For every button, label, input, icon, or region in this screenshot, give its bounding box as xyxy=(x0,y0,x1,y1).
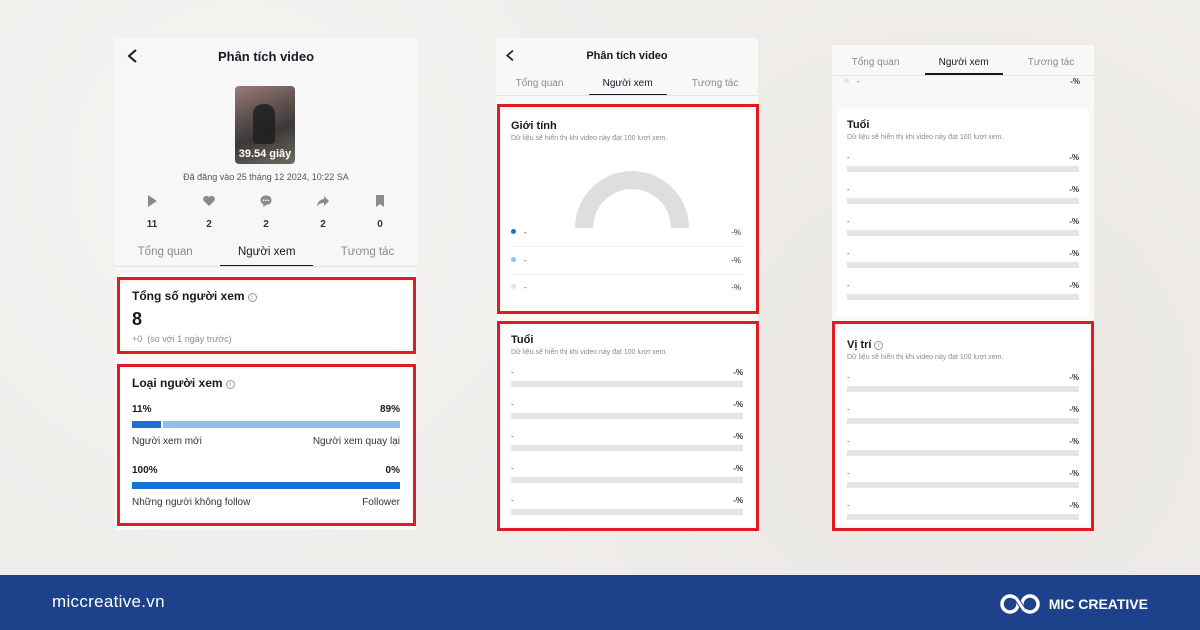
age-bar xyxy=(847,294,1079,300)
analytics-tabs: Tổng quan Người xem Tương tác xyxy=(832,57,1094,75)
brand-logo: MIC CREATIVE xyxy=(999,592,1148,616)
truncated-row: - -% xyxy=(844,77,1080,86)
highlight-box-gender xyxy=(497,104,759,314)
age-label: - xyxy=(847,249,850,258)
stat-value: 2 xyxy=(320,219,326,230)
top-bar: Phân tích video xyxy=(115,38,417,74)
tab-divider xyxy=(496,95,758,96)
age-bar xyxy=(847,166,1079,172)
bookmark-icon xyxy=(376,195,384,207)
highlight-box-viewer-types xyxy=(117,364,416,526)
age-title: Tuổi xyxy=(847,119,870,131)
heart-icon xyxy=(203,195,215,206)
tab-divider xyxy=(115,266,417,267)
tab-viewers[interactable]: Người xem xyxy=(219,246,314,267)
top-bar: Phân tích video xyxy=(496,38,758,72)
analytics-tabs: Tổng quan Người xem Tương tác xyxy=(115,246,417,267)
age-value: -% xyxy=(1069,185,1079,194)
analytics-tabs: Tổng quan Người xem Tương tác xyxy=(496,78,758,96)
highlight-box-location xyxy=(832,321,1094,531)
page-title: Phân tích video xyxy=(217,49,315,64)
video-thumbnail[interactable]: 39.54 giây xyxy=(235,86,295,164)
page-title: Phân tích video xyxy=(586,50,668,62)
stat-likes: 2 xyxy=(192,194,226,232)
mic-logo-icon xyxy=(999,594,1040,614)
age-card: Tuổi Dữ liệu sẽ hiển thị khi video này đ… xyxy=(837,109,1089,317)
stat-value: 2 xyxy=(263,219,269,230)
footer-banner: miccreative.vn MIC CREATIVE xyxy=(0,575,1200,630)
thumbnail-figure xyxy=(253,104,275,144)
posted-date: Đã đăng vào 25 tháng 12 2024, 10:22 SA xyxy=(183,172,349,182)
stat-shares: 2 xyxy=(306,194,340,232)
tab-engagement[interactable]: Tương tác xyxy=(1014,57,1089,75)
website-url[interactable]: miccreative.vn xyxy=(52,592,165,612)
play-icon xyxy=(148,195,157,207)
tab-engagement[interactable]: Tương tác xyxy=(323,246,413,267)
video-duration: 39.54 giây xyxy=(238,148,292,160)
age-row: - -% xyxy=(847,249,1079,268)
stat-value: 11 xyxy=(146,219,158,230)
stat-saves: 0 xyxy=(363,194,397,232)
brand-name: MIC CREATIVE xyxy=(1048,596,1148,612)
age-label: - xyxy=(847,217,850,226)
tab-overview[interactable]: Tổng quan xyxy=(838,57,914,75)
share-icon xyxy=(317,196,329,207)
row-value: -% xyxy=(1070,77,1080,86)
stat-views: 11 xyxy=(135,194,169,232)
age-row: - -% xyxy=(847,185,1079,204)
stat-value: 2 xyxy=(206,219,212,230)
age-row: - -% xyxy=(847,281,1079,300)
stat-value: 0 xyxy=(377,219,383,230)
age-row: - -% xyxy=(847,153,1079,172)
truncated-row-label: - xyxy=(844,77,860,86)
video-stats: 11 2 2 2 0 xyxy=(135,194,397,232)
age-value: -% xyxy=(1069,249,1079,258)
highlight-box-age xyxy=(497,321,759,531)
age-bar xyxy=(847,198,1079,204)
age-label: - xyxy=(847,153,850,162)
age-label: - xyxy=(847,185,850,194)
tab-viewers[interactable]: Người xem xyxy=(588,78,667,96)
legend-dot-icon xyxy=(844,78,849,83)
comment-icon xyxy=(260,195,272,207)
row-label: - xyxy=(857,77,860,86)
age-value: -% xyxy=(1069,217,1079,226)
tab-overview[interactable]: Tổng quan xyxy=(502,78,578,96)
age-value: -% xyxy=(1069,153,1079,162)
age-row: - -% xyxy=(847,217,1079,236)
age-bar xyxy=(847,230,1079,236)
age-value: -% xyxy=(1069,281,1079,290)
tab-viewers[interactable]: Người xem xyxy=(924,57,1003,75)
tab-divider xyxy=(832,75,1094,76)
age-bars: - -% - -% - -% - -% - -% xyxy=(847,153,1079,300)
age-bar xyxy=(847,262,1079,268)
tab-engagement[interactable]: Tương tác xyxy=(678,78,753,96)
tab-overview[interactable]: Tổng quan xyxy=(120,246,211,267)
age-label: - xyxy=(847,281,850,290)
stat-comments: 2 xyxy=(249,194,283,232)
age-note: Dữ liệu sẽ hiển thị khi video này đạt 10… xyxy=(847,134,1004,141)
highlight-box-total-viewers xyxy=(117,277,416,354)
